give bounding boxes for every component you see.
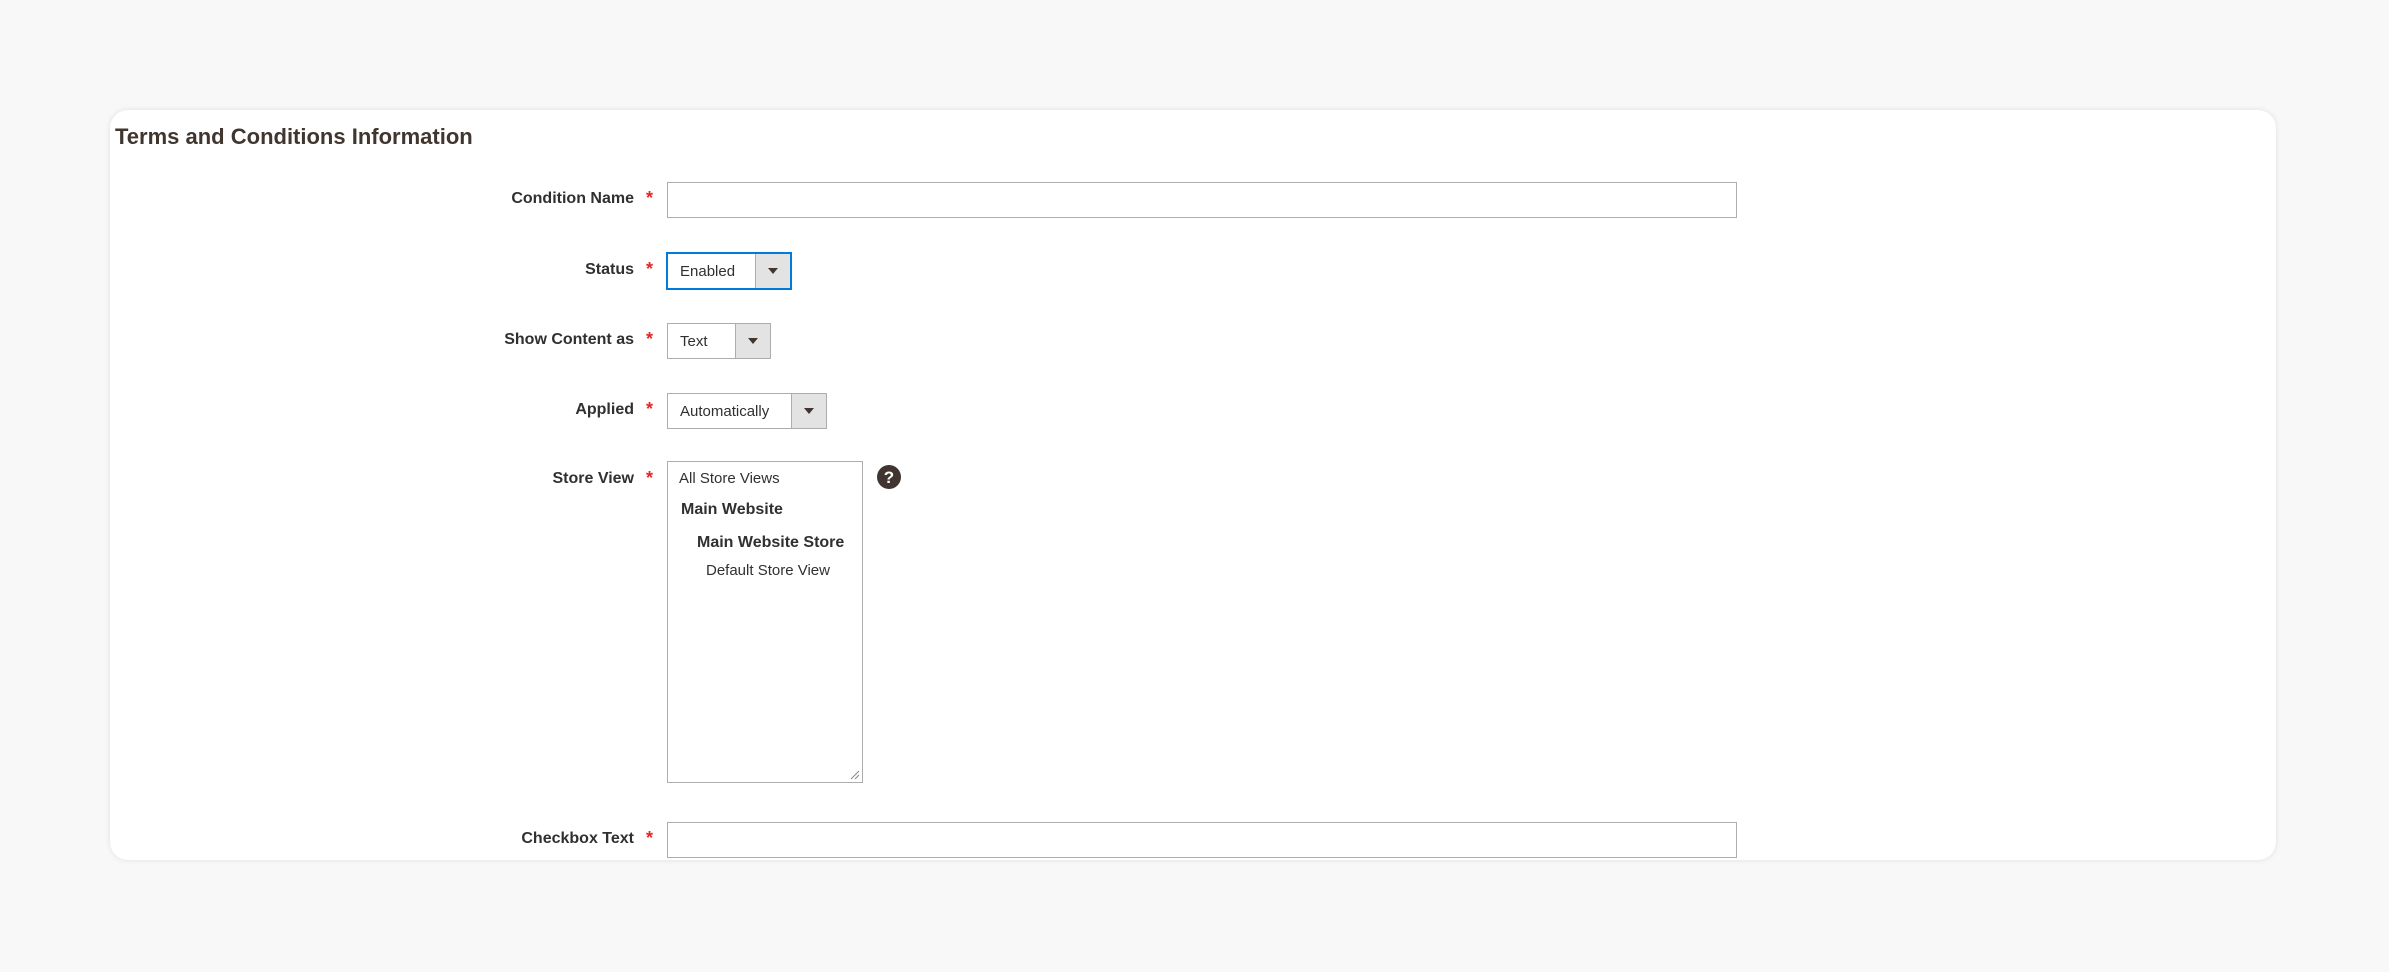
section-title: Terms and Conditions Information [115,124,473,149]
required-marker: * [646,468,654,488]
chevron-down-icon [755,254,790,288]
field-status: Status * Enabled [110,253,2276,293]
checkbox-text-label: Checkbox Text [521,830,634,847]
show-content-as-select-value: Text [680,332,708,350]
applied-select-value: Automatically [680,402,770,420]
required-marker: * [646,329,654,349]
store-view-option[interactable]: All Store Views [679,470,780,487]
field-show-content-as: Show Content as * Text [110,323,2276,363]
store-view-option[interactable]: Default Store View [706,562,830,579]
required-marker: * [646,828,654,848]
show-content-as-select[interactable]: Text [667,323,771,359]
field-applied: Applied * Automatically [110,393,2276,433]
show-content-as-label: Show Content as [504,331,634,348]
store-view-multiselect[interactable]: All Store Views Main Website Main Websit… [667,461,863,783]
applied-select[interactable]: Automatically [667,393,827,429]
terms-conditions-fieldset: Terms and Conditions Information Conditi… [110,110,2276,860]
status-select[interactable]: Enabled [667,253,791,289]
store-view-option-group: Main Website [681,501,783,518]
chevron-down-icon [735,324,770,358]
field-checkbox-text: Checkbox Text * [110,822,2276,860]
status-select-value: Enabled [680,262,736,280]
field-condition-name: Condition Name * [110,182,2276,222]
chevron-down-icon [791,394,826,428]
required-marker: * [646,188,654,208]
store-view-label: Store View [552,470,634,487]
condition-name-label: Condition Name [511,190,634,207]
condition-name-input[interactable] [667,182,1737,218]
required-marker: * [646,399,654,419]
field-store-view: Store View * All Store Views Main Websit… [110,461,2276,791]
resize-grip-icon[interactable] [850,770,860,780]
question-mark-icon[interactable]: ? [877,465,901,489]
checkbox-text-input[interactable] [667,822,1737,858]
status-label: Status [585,261,634,278]
applied-label: Applied [575,401,634,418]
required-marker: * [646,259,654,279]
store-view-option-group: Main Website Store [697,534,845,551]
